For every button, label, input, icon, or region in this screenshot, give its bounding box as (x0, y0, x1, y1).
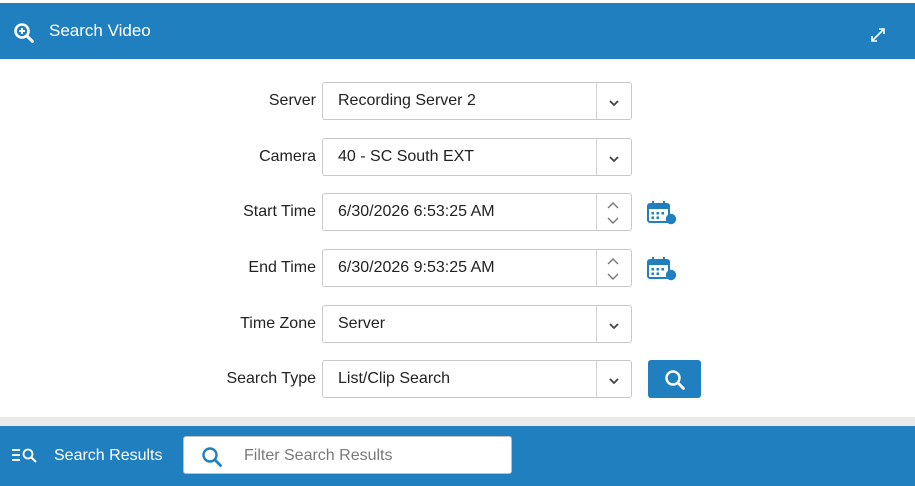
end-time-value: 6/30/2026 9:53:25 AM (338, 259, 495, 276)
time-spinner-icon[interactable] (605, 199, 621, 232)
calendar-icon[interactable] (647, 201, 677, 230)
search-results-title: Search Results (54, 447, 163, 464)
camera-value: 40 - SC South EXT (338, 148, 475, 165)
search-button[interactable] (648, 360, 701, 398)
start-time-input[interactable]: 6/30/2026 6:53:25 AM (322, 193, 632, 231)
search-icon (202, 447, 222, 467)
end-time-label: End Time (248, 259, 316, 276)
list-search-icon (11, 447, 39, 468)
time-zone-label: Time Zone (240, 315, 316, 332)
search-icon (665, 370, 685, 390)
start-time-row: Start Time 6/30/2026 6:53:25 AM (0, 193, 915, 231)
filter-search-input[interactable] (242, 441, 506, 471)
chevron-down-icon[interactable] (608, 95, 620, 113)
zoom-search-icon (13, 22, 35, 49)
search-type-value: List/Clip Search (338, 370, 451, 387)
select-divider (596, 306, 597, 342)
chevron-down-icon[interactable] (608, 318, 620, 336)
calendar-icon[interactable] (647, 257, 677, 286)
spinner-divider (596, 250, 597, 286)
search-type-select[interactable]: List/Clip Search (322, 360, 632, 398)
start-time-label: Start Time (243, 203, 316, 220)
spinner-divider (596, 194, 597, 230)
search-type-row: Search Type List/Clip Search (0, 360, 915, 398)
camera-label: Camera (259, 148, 316, 165)
search-type-label: Search Type (226, 370, 316, 387)
server-row: Server Recording Server 2 (0, 82, 915, 120)
select-divider (596, 361, 597, 397)
search-results-bar: Search Results (0, 426, 915, 486)
filter-search-box[interactable] (183, 436, 512, 474)
server-select[interactable]: Recording Server 2 (322, 82, 632, 120)
expand-icon[interactable] (870, 27, 886, 48)
end-time-row: End Time 6/30/2026 9:53:25 AM (0, 249, 915, 287)
select-divider (596, 83, 597, 119)
chevron-down-icon[interactable] (608, 373, 620, 391)
section-divider (0, 417, 915, 426)
time-spinner-icon[interactable] (605, 255, 621, 288)
page-title: Search Video (49, 21, 151, 40)
server-value: Recording Server 2 (338, 92, 476, 109)
select-divider (596, 139, 597, 175)
start-time-value: 6/30/2026 6:53:25 AM (338, 203, 495, 220)
time-zone-row: Time Zone Server (0, 305, 915, 343)
chevron-down-icon[interactable] (608, 151, 620, 169)
server-label: Server (268, 92, 316, 109)
camera-row: Camera 40 - SC South EXT (0, 138, 915, 176)
time-zone-value: Server (338, 315, 386, 332)
camera-select[interactable]: 40 - SC South EXT (322, 138, 632, 176)
search-video-header: Search Video (0, 3, 915, 59)
end-time-input[interactable]: 6/30/2026 9:53:25 AM (322, 249, 632, 287)
time-zone-select[interactable]: Server (322, 305, 632, 343)
